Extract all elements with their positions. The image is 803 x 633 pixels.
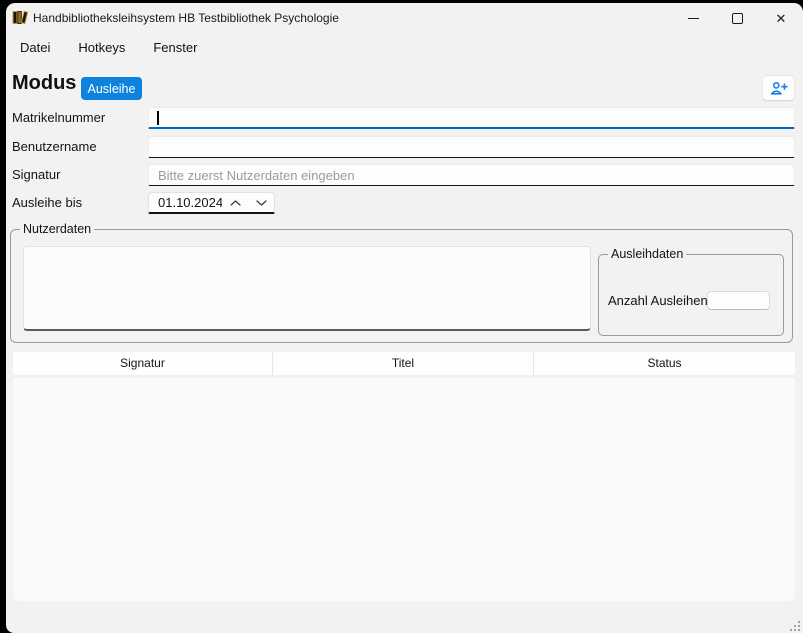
matrikelnummer-input[interactable] [148, 107, 795, 129]
books-icon [12, 9, 29, 26]
benutzername-input[interactable] [148, 136, 795, 158]
menu-item-fenster[interactable]: Fenster [139, 36, 211, 59]
resize-grip[interactable] [787, 618, 800, 631]
ausleihe-bis-label: Ausleihe bis [12, 192, 82, 214]
anzahl-ausleihen-input[interactable] [707, 291, 770, 310]
ausleihdaten-groupbox: Ausleihdaten Anzahl Ausleihen [598, 254, 784, 336]
add-user-button[interactable] [762, 75, 795, 101]
menu-item-datei[interactable]: Datei [6, 36, 64, 59]
chevron-up-icon [230, 200, 241, 206]
minimize-button[interactable] [671, 3, 715, 33]
benutzername-label: Benutzername [12, 136, 97, 158]
chevron-down-icon [256, 200, 267, 206]
column-header-signatur[interactable]: Signatur [13, 352, 273, 375]
maximize-icon [732, 13, 743, 24]
signatur-input[interactable] [148, 164, 795, 186]
signatur-field-wrap [148, 164, 795, 186]
table-header-row: Signatur Titel Status [13, 352, 795, 378]
nutzerdaten-legend: Nutzerdaten [20, 222, 94, 237]
date-increment-button[interactable] [222, 193, 248, 212]
text-caret [157, 111, 159, 125]
close-icon: ✕ [776, 12, 787, 25]
ausleihe-bis-value[interactable] [149, 195, 222, 210]
matrikelnummer-label: Matrikelnummer [12, 107, 105, 129]
page-title: Modus [12, 72, 76, 95]
menubar: Datei Hotkeys Fenster [6, 33, 211, 61]
nutzerdaten-textarea[interactable] [23, 246, 591, 331]
column-header-titel[interactable]: Titel [273, 352, 534, 375]
app-window: Handbibliotheksleihsystem HB Testbibliot… [6, 3, 803, 633]
minimize-icon [688, 18, 699, 19]
ausleihdaten-legend: Ausleihdaten [608, 247, 686, 262]
mode-ausleihe-button[interactable]: Ausleihe [81, 77, 142, 100]
close-button[interactable]: ✕ [759, 3, 803, 33]
column-header-status[interactable]: Status [534, 352, 795, 375]
nutzerdaten-groupbox: Nutzerdaten Ausleihdaten Anzahl Ausleihe… [10, 229, 793, 343]
menu-item-hotkeys[interactable]: Hotkeys [64, 36, 139, 59]
signatur-label: Signatur [12, 164, 60, 186]
matrikelnummer-field-wrap [148, 107, 795, 129]
date-decrement-button[interactable] [248, 193, 274, 212]
benutzername-field-wrap [148, 136, 795, 158]
anzahl-ausleihen-label: Anzahl Ausleihen [608, 291, 708, 310]
window-title: Handbibliotheksleihsystem HB Testbibliot… [33, 3, 339, 33]
maximize-button[interactable] [715, 3, 759, 33]
titlebar: Handbibliotheksleihsystem HB Testbibliot… [6, 3, 803, 33]
person-add-icon [770, 81, 788, 96]
results-table: Signatur Titel Status [13, 352, 795, 601]
table-body-empty [13, 378, 795, 601]
ausleihe-bis-date-field[interactable] [148, 192, 275, 214]
